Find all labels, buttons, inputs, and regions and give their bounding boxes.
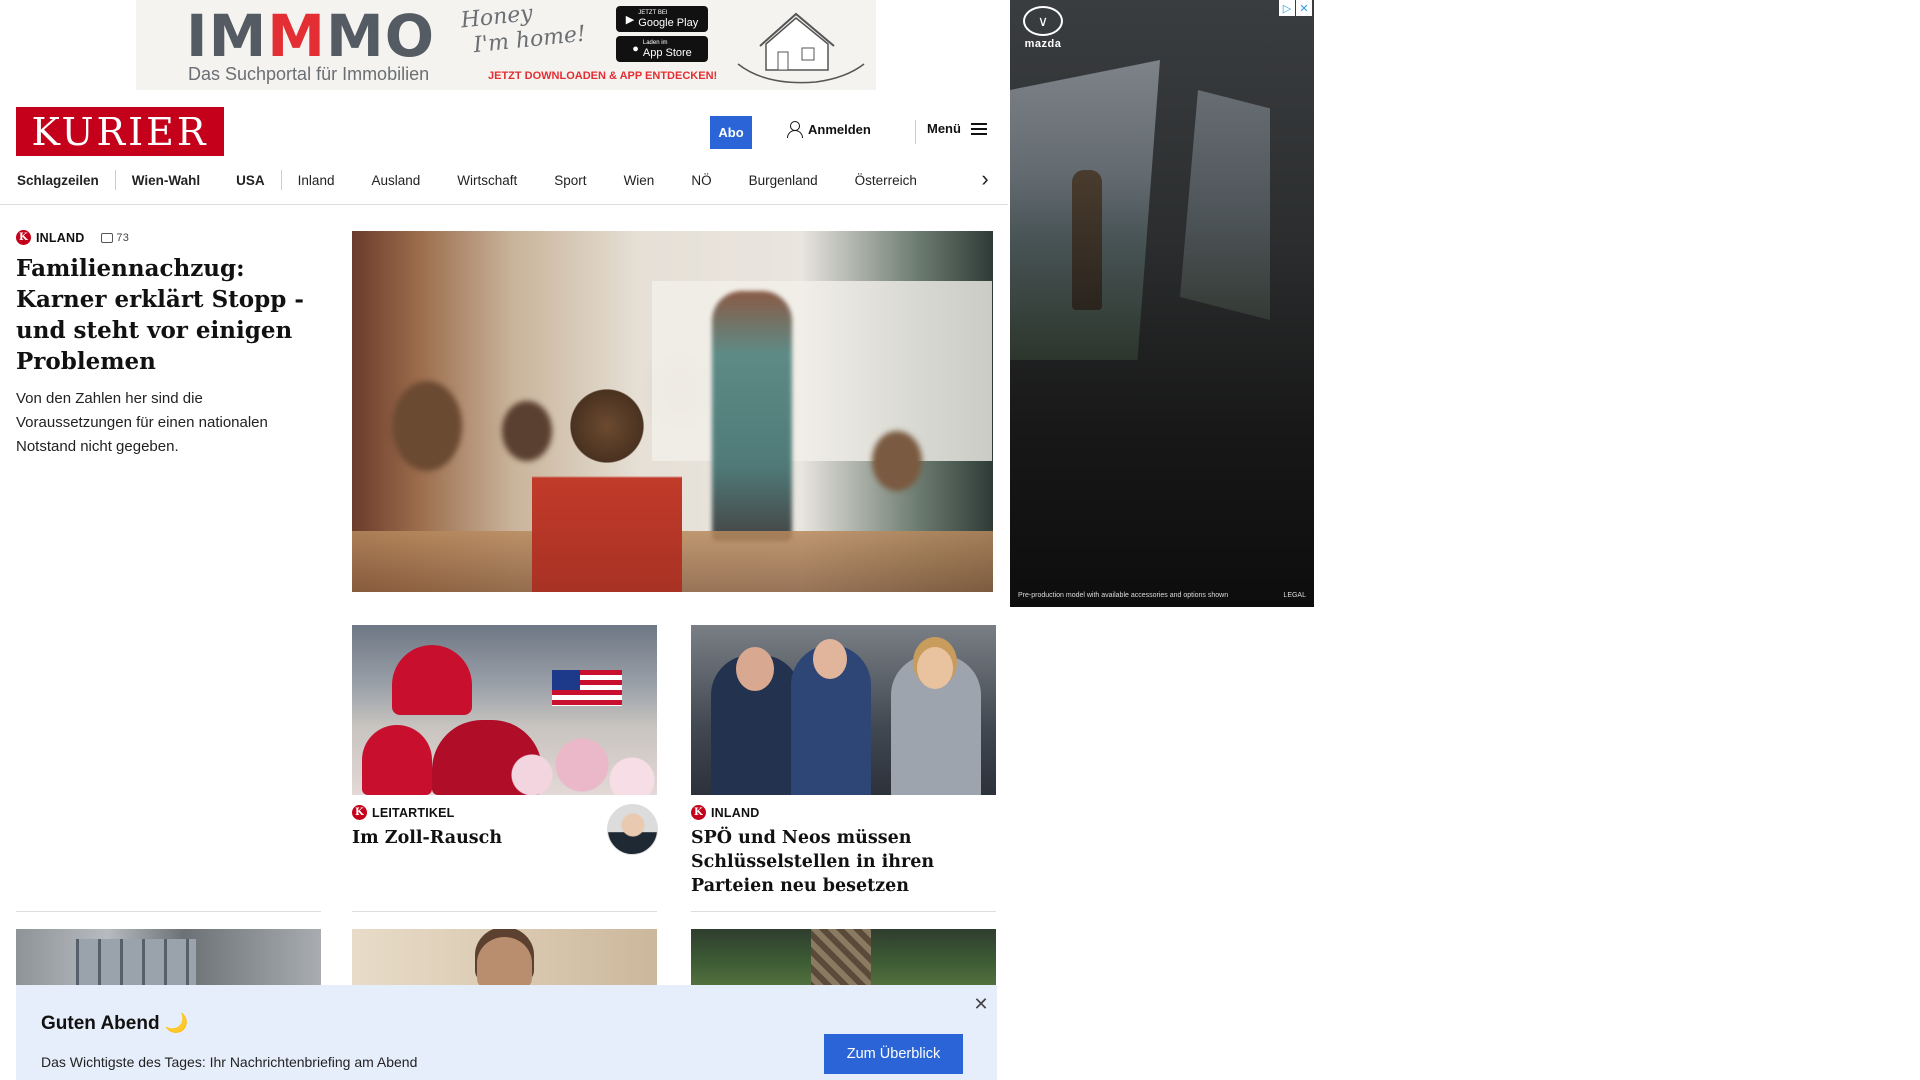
ad-legal-link[interactable]: LEGAL [1283,592,1306,599]
ad-tagline: Honey I'm home! [459,1,588,59]
menu-button[interactable]: Menü [927,121,987,136]
nav-item-oesterreich[interactable]: Österreich [855,173,917,188]
apple-icon: ● [632,43,639,55]
nav-item-schlagzeilen[interactable]: Schlagzeilen [17,173,99,188]
article-image[interactable] [691,929,996,989]
comment-count-value: 73 [116,231,130,244]
comment-icon [101,232,114,243]
kicker-label: INLAND [36,230,85,245]
user-icon [787,121,803,138]
image-teacher [712,291,792,541]
image-plush-toys [502,735,657,795]
article-image-leitartikel[interactable] [352,625,657,795]
image-person [711,647,801,795]
kurier-k-icon: K [16,230,31,245]
ad-disclaimer: Pre-production model with available acce… [1018,592,1229,599]
google-play-icon: ▶ [625,13,635,26]
nav-item-burgenland[interactable]: Burgenland [749,173,818,188]
nav-item-sport[interactable]: Sport [554,173,586,188]
login-label: Anmelden [808,121,871,137]
kurier-k-icon: K [352,805,367,820]
image-child [872,431,922,491]
image-cap [392,645,472,715]
image-child [392,381,462,471]
kurier-logo[interactable]: KURIER [16,107,224,156]
briefing-title: Guten Abend 🌙 [41,1013,189,1034]
immmo-banner-ad[interactable]: IMMMO Honey I'm home! Das Suchportal für … [136,0,876,90]
briefing-overview-button[interactable]: Zum Überblick [824,1034,963,1074]
chevron-right-icon[interactable]: › [975,166,995,191]
row-divider [691,911,996,912]
close-icon[interactable]: ✕ [970,993,992,1015]
ad-cta[interactable]: JETZT DOWNLOADEN & APP ENTDECKEN! [488,70,717,82]
login-button[interactable]: Anmelden [787,121,871,138]
header-divider [915,120,916,144]
article-image-inland[interactable] [691,625,996,795]
kurier-k-icon: K [691,805,706,820]
article-image[interactable] [352,929,657,989]
hamburger-icon [970,122,987,135]
house-in-hand-illustration [737,12,865,84]
evening-briefing-banner: Guten Abend 🌙 Das Wichtigste des Tages: … [16,985,997,1080]
article-image[interactable] [16,929,321,989]
image-cap [362,725,432,795]
row-divider [16,911,321,912]
card-headline[interactable]: SPÖ und Neos müssen Schlüsselstellen in … [691,826,996,898]
mazda-emblem-icon: ∨ [1023,6,1063,36]
lead-article[interactable]: K INLAND 73 Familiennachzug: Karner erkl… [16,230,321,459]
briefing-text: Das Wichtigste des Tages: Ihr Nachrichte… [41,1054,418,1070]
author-avatar[interactable] [607,804,658,855]
nav-item-inland[interactable]: Inland [298,173,335,188]
section-nav: Schlagzeilen Wien-Wahl USA Inland Auslan… [17,168,917,192]
menu-label: Menü [927,121,961,136]
nav-item-wien-wahl[interactable]: Wien-Wahl [132,173,200,188]
lead-headline[interactable]: Familiennachzug: Karner erklärt Stopp - … [16,253,321,377]
nav-divider [114,170,116,190]
immmo-logo: IMMMO [186,2,436,70]
nav-item-wien[interactable]: Wien [624,173,655,188]
comment-count[interactable]: 73 [101,232,129,244]
app-store-button[interactable]: ● Laden im App Store [616,36,708,62]
nav-divider-line [0,204,1008,205]
abo-button[interactable]: Abo [710,116,752,149]
ad-choices-icon[interactable]: ▷ [1279,0,1295,16]
article-card-inland[interactable]: K INLAND SPÖ und Neos müssen Schlüsselst… [691,797,996,898]
ad-subtitle: Das Suchportal für Immobilien [188,64,430,84]
nav-item-ausland[interactable]: Ausland [371,173,420,188]
image-person [791,639,871,795]
article-kicker: K INLAND 73 [16,230,321,245]
lead-teaser: Von den Zahlen her sind die Voraussetzun… [16,390,268,455]
article-kicker: K INLAND [691,805,996,820]
kicker-label: INLAND [711,805,760,820]
ad-photo-person [1072,170,1102,310]
image-flag [552,670,622,706]
nav-item-usa[interactable]: USA [236,173,265,188]
kicker-label: LEITARTIKEL [372,805,455,820]
ad-photo-window [1180,90,1270,320]
google-play-button[interactable]: ▶ JETZT BEI Google Play [616,6,708,32]
image-person [891,647,981,795]
image-whiteboard [652,281,992,461]
lead-article-image[interactable] [352,231,993,592]
mazda-logo: ∨ mazda [1020,6,1066,50]
image-girl [532,381,682,592]
nav-divider [280,170,282,190]
close-icon[interactable]: ✕ [1296,0,1312,16]
mazda-ad[interactable]: ∨ mazda ▷ ✕ Pre-production model with av… [1010,0,1314,607]
nav-item-noe[interactable]: NÖ [691,173,711,188]
nav-item-wirtschaft[interactable]: Wirtschaft [457,173,517,188]
row-divider [352,911,657,912]
